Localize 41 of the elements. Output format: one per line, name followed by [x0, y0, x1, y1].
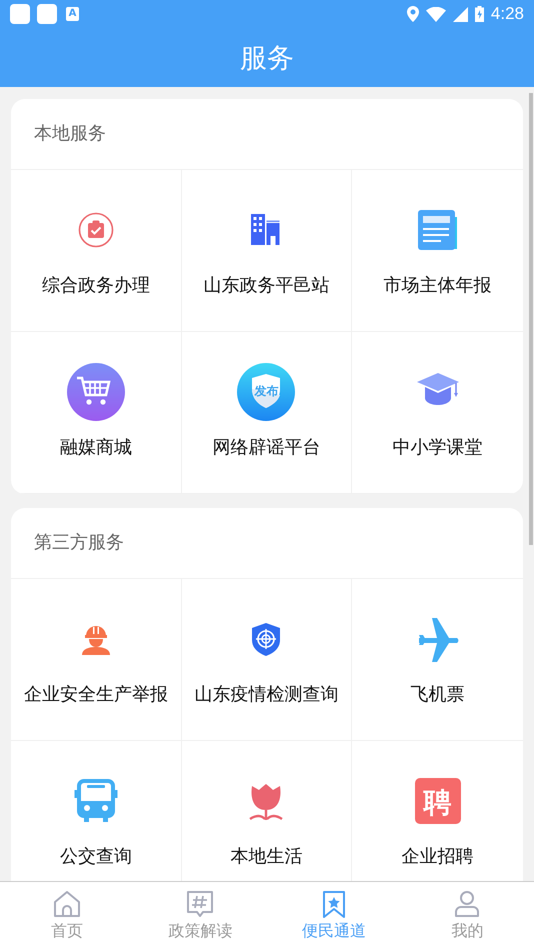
service-tile[interactable]: 山东政务平邑站: [182, 170, 352, 332]
service-label: 综合政务办理: [42, 274, 150, 297]
icon-label: 聘: [424, 785, 452, 821]
home-icon: [52, 889, 82, 919]
section-title: 本地服务: [11, 99, 523, 170]
service-tile[interactable]: 发布 网络辟谣平台: [182, 332, 352, 494]
service-label: 飞机票: [410, 683, 465, 706]
shield-icon: [237, 363, 296, 421]
notification-text: A: [66, 7, 79, 21]
service-label: 山东政务平邑站: [203, 274, 330, 297]
service-label: 公交查询: [60, 845, 132, 868]
service-tile[interactable]: 市场主体年报: [352, 170, 523, 332]
battery-icon: [474, 6, 484, 22]
checklist-icon: [78, 212, 114, 248]
page-title: 服务: [240, 42, 294, 76]
bus-icon: [72, 778, 119, 824]
service-tile[interactable]: 企业安全生产举报: [11, 579, 182, 741]
shopping-cart-icon: [66, 363, 125, 421]
service-tile[interactable]: 飞机票: [352, 579, 523, 741]
hashtag-bubble-icon: [185, 889, 216, 919]
service-tile[interactable]: 山东疫情检测查询: [182, 579, 352, 741]
service-label: 山东疫情检测查询: [194, 683, 338, 706]
signal-icon: [452, 6, 468, 22]
wifi-icon: [426, 6, 446, 22]
service-tile[interactable]: 综合政务办理: [11, 170, 182, 332]
service-tile[interactable]: 融媒商城: [11, 332, 182, 494]
location-icon: [406, 6, 419, 22]
service-label: 网络辟谣平台: [212, 436, 320, 459]
service-label: 市场主体年报: [384, 274, 492, 297]
notification-icon: [10, 4, 30, 24]
service-label: 企业招聘: [402, 845, 474, 868]
service-label: 本地生活: [230, 845, 302, 868]
clock-text: 4:28: [490, 4, 524, 24]
notification-icon: [37, 4, 57, 24]
service-label: 融媒商城: [60, 436, 132, 459]
rounded-square-icon: [414, 777, 462, 825]
service-label: 企业安全生产举报: [24, 683, 168, 706]
service-tile[interactable]: 中小学课堂: [352, 332, 523, 494]
section-title: 第三方服务: [11, 508, 523, 579]
service-label: 中小学课堂: [392, 436, 483, 459]
icon-label: 发布: [254, 383, 278, 400]
